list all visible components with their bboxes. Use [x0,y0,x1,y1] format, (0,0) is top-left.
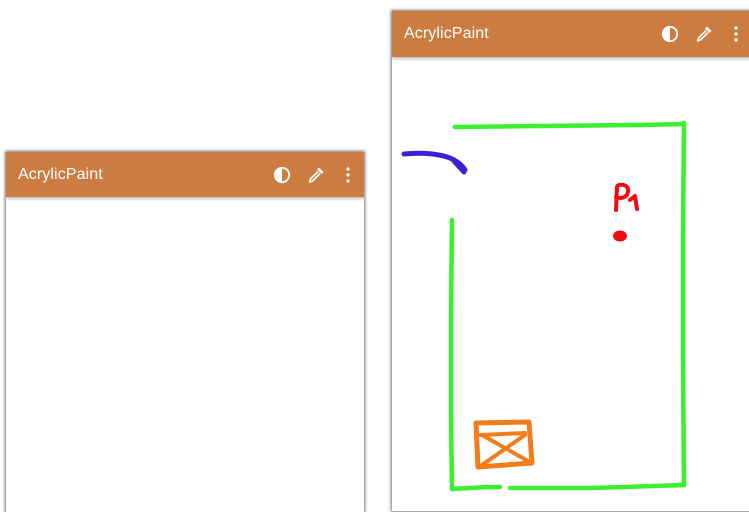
app-title: AcrylicPaint [404,25,489,42]
right-app-screen: AcrylicPaint [392,11,749,511]
app-title: AcrylicPaint [18,165,103,183]
drawing-canvas[interactable] [392,57,749,511]
handwritten-label-p1 [614,182,639,212]
orange-box-inner [478,431,527,437]
red-stroke-1 [628,194,639,211]
green-stroke-top [452,121,687,130]
more-vert-icon[interactable] [342,165,354,185]
blue-arrow [401,150,468,175]
contrast-icon[interactable] [272,165,292,185]
color-picker-icon[interactable] [694,24,714,44]
drawing-canvas[interactable] [6,197,364,512]
green-stroke-left [448,217,455,492]
orange-crossed-box [473,419,535,470]
color-picker-icon[interactable] [306,165,326,185]
app-bar: AcrylicPaint [6,152,364,197]
green-stroke-bottom-right [507,482,687,491]
app-bar: AcrylicPaint [392,11,749,57]
red-marker [613,230,627,242]
left-app-screen: AcrylicPaint [6,152,364,512]
green-stroke-bottom-left [449,484,503,492]
more-vert-icon[interactable] [730,24,742,44]
contrast-icon[interactable] [660,24,680,44]
green-stroke-right [680,120,687,488]
drawing-layer [401,120,687,492]
red-stroke-p [614,182,631,212]
